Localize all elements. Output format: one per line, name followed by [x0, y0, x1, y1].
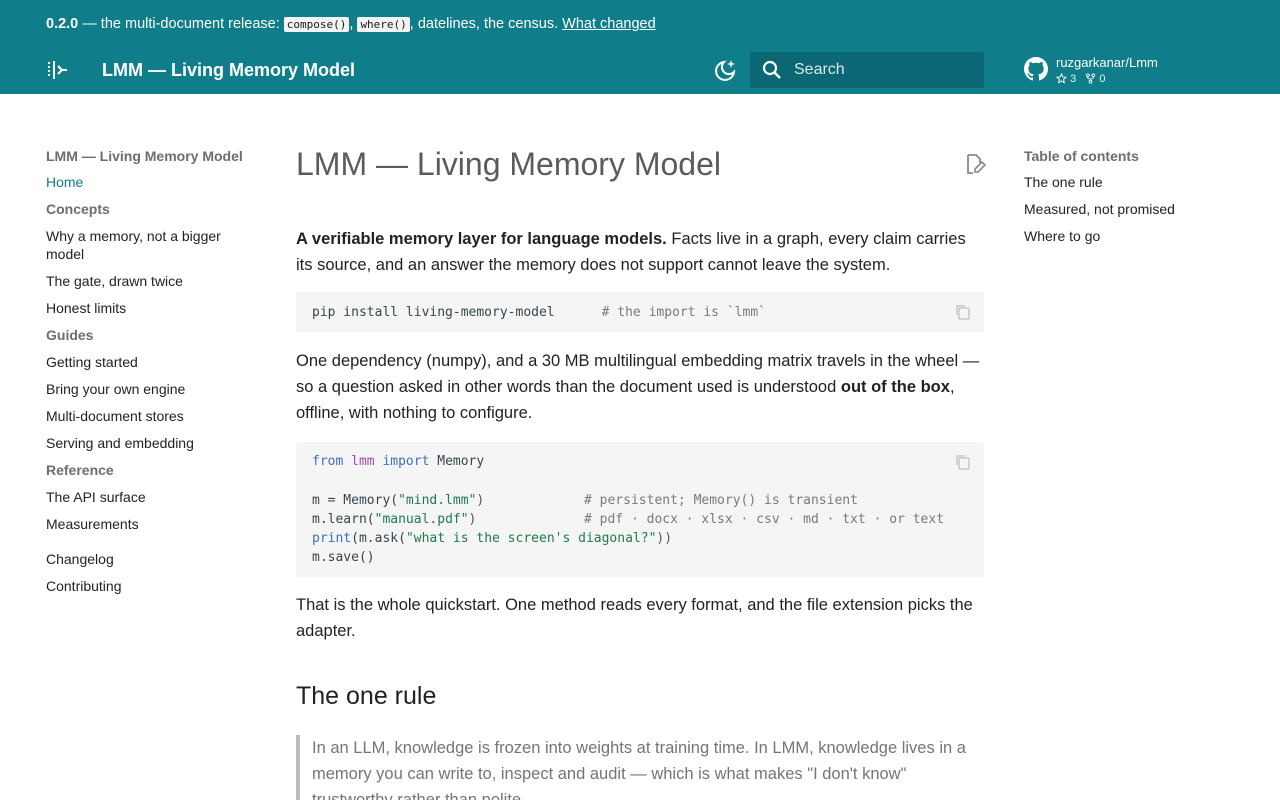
- nav-item-changelog[interactable]: Changelog: [46, 550, 256, 568]
- search-input[interactable]: [794, 52, 974, 88]
- code-line-3: m = Memory("mind.lmm"): [312, 491, 484, 510]
- code-l4-str: "manual.pdf": [374, 512, 469, 527]
- announcement-bar: 0.2.0 — the multi-document release: comp…: [46, 14, 656, 34]
- repo-name: ruzgarkanar/Lmm: [1056, 55, 1158, 70]
- nav-item-gate[interactable]: The gate, drawn twice: [46, 272, 256, 290]
- import-name: Memory: [429, 454, 485, 469]
- sidebar-toggle-button[interactable]: [45, 58, 69, 82]
- header: 0.2.0 — the multi-document release: comp…: [0, 0, 1280, 94]
- theme-toggle-icon: [715, 60, 736, 81]
- page-title: LMM — Living Memory Model: [296, 146, 721, 182]
- quote-text: In an LLM, knowledge is frozen into weig…: [312, 739, 966, 800]
- inline-code-where: where(): [357, 17, 410, 32]
- version-label: 0.2.0: [46, 16, 79, 32]
- nav-item-home[interactable]: Home: [46, 173, 256, 191]
- code-l4-comment: # pdf · docx · xlsx · csv · md · txt · o…: [584, 512, 945, 527]
- nav-item-measurements[interactable]: Measurements: [46, 515, 256, 533]
- inline-code-compose: compose(): [283, 17, 350, 32]
- theme-toggle-button[interactable]: [713, 57, 739, 83]
- repo-link[interactable]: ruzgarkanar/Lmm 3 0: [1024, 54, 1224, 88]
- code-line-6: m.save(): [312, 550, 375, 565]
- fork-icon: [1086, 73, 1096, 84]
- announcement-text-after: , datelines, the census.: [409, 16, 563, 32]
- github-icon: [1024, 57, 1048, 81]
- quickstart-paragraph: That is the whole quickstart. One method…: [296, 596, 973, 640]
- install-command: pip install living-memory-model: [312, 305, 555, 320]
- star-icon: [1055, 72, 1068, 84]
- intro-bold: A verifiable memory layer for language m…: [296, 230, 667, 248]
- announcement-text: — the multi-document release:: [78, 16, 284, 32]
- kw-from: from: [312, 454, 344, 469]
- toc-item-measured[interactable]: Measured, not promised: [1024, 200, 1244, 218]
- edit-page-icon[interactable]: [962, 152, 986, 176]
- nav-item-contributing[interactable]: Contributing: [46, 577, 256, 595]
- copy-icon[interactable]: [954, 303, 972, 321]
- table-of-contents: Table of contents The one rule Measured,…: [1024, 146, 1244, 254]
- what-changed-link[interactable]: What changed: [562, 16, 656, 32]
- kw-import: import: [382, 454, 430, 469]
- toc-item-where-to-go[interactable]: Where to go: [1024, 227, 1244, 245]
- install-code-block: pip install living-memory-model # the im…: [296, 292, 984, 332]
- sidebar-nav: LMM — Living Memory Model Home Concepts …: [46, 146, 256, 604]
- code-l4-a: m.learn(: [312, 512, 375, 527]
- code-line-1: from lmm import Memory: [312, 452, 484, 471]
- install-code-line: pip install living-memory-model # the im…: [312, 303, 766, 322]
- module-name: lmm: [351, 454, 375, 469]
- nav-item-bring-engine[interactable]: Bring your own engine: [46, 380, 256, 398]
- code-l5-a: (m.ask(: [351, 531, 406, 546]
- code-l5-b: )): [656, 531, 673, 546]
- site-title[interactable]: LMM — Living Memory Model: [102, 58, 355, 82]
- nav-item-multi-document[interactable]: Multi-document stores: [46, 407, 256, 425]
- nav-section-concepts: Concepts: [46, 201, 110, 217]
- code-l4-b: ): [468, 512, 477, 527]
- code-l5-str: "what is the screen's diagonal?": [405, 531, 657, 546]
- search-icon: [762, 60, 781, 79]
- main-content: LMM — Living Memory Model A verifiable m…: [296, 140, 986, 800]
- fork-count: 0: [1099, 73, 1106, 85]
- repo-stats: 3 0: [1055, 72, 1106, 86]
- code-l5-fn: print: [312, 531, 352, 546]
- nav-item-getting-started[interactable]: Getting started: [46, 353, 256, 371]
- nav-section-guides: Guides: [46, 327, 94, 343]
- nav-site-title: LMM — Living Memory Model: [46, 148, 243, 164]
- code-line-5: print(m.ask("what is the screen's diagon…: [312, 529, 672, 548]
- nav-item-serving[interactable]: Serving and embedding: [46, 434, 256, 452]
- nav-item-api-surface[interactable]: The API surface: [46, 488, 256, 506]
- nav-item-honest-limits[interactable]: Honest limits: [46, 299, 256, 317]
- sidebar-toggle-icon: [48, 61, 67, 79]
- search-box[interactable]: [750, 52, 984, 88]
- code-l3-comment: # persistent; Memory() is transient: [584, 493, 858, 508]
- one-rule-quote: In an LLM, knowledge is frozen into weig…: [296, 735, 984, 800]
- nav-section-reference: Reference: [46, 462, 114, 478]
- toc-item-one-rule[interactable]: The one rule: [1024, 173, 1244, 191]
- code-l3-a: m = Memory(: [312, 493, 399, 508]
- dependency-paragraph: One dependency (numpy), and a 30 MB mult…: [296, 348, 984, 426]
- star-count: 3: [1070, 73, 1077, 85]
- code-line-4: m.learn("manual.pdf"): [312, 510, 476, 529]
- code-l3-str: "mind.lmm": [398, 493, 477, 508]
- code-l3-b: ): [476, 493, 485, 508]
- copy-icon[interactable]: [954, 453, 972, 471]
- quickstart-code-block: from lmm import Memory m = Memory("mind.…: [296, 442, 984, 577]
- dependency-bold: out of the box: [840, 378, 950, 396]
- install-comment: # the import is `lmm`: [601, 305, 766, 320]
- toc-title: Table of contents: [1024, 148, 1139, 164]
- nav-item-why-memory[interactable]: Why a memory, not a bigger model: [46, 227, 256, 263]
- intro-paragraph: A verifiable memory layer for language m…: [296, 226, 984, 278]
- section-heading-one-rule: The one rule: [296, 682, 437, 710]
